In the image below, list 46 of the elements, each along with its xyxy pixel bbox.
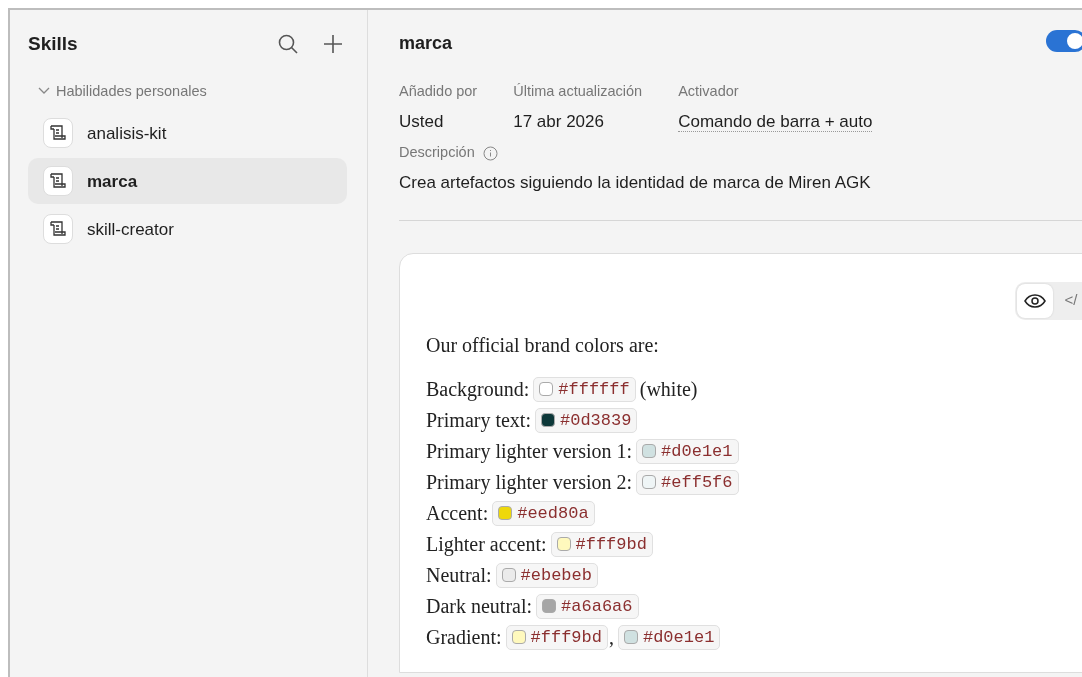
color-code: #eed80a	[492, 500, 595, 526]
meta-value: 17 abr 2026	[513, 110, 605, 133]
skill-item[interactable]: skill-creator	[28, 206, 347, 253]
color-code: #d0e1e1	[636, 438, 739, 464]
sidebar-title: Skills	[28, 32, 78, 56]
color-code: #a6a6a6	[536, 593, 639, 619]
intro-text: Our official brand colors are:	[426, 332, 660, 358]
color-label: Primary lighter version 2:	[426, 469, 633, 496]
info-icon[interactable]	[482, 145, 498, 161]
color-code: #fff9bd	[505, 624, 608, 650]
color-label: Primary lighter version 1:	[426, 438, 633, 465]
color-label: Lighter accent:	[426, 531, 547, 558]
skill-item[interactable]: analisis-kit	[28, 110, 347, 157]
color-code: #d0e1e1	[617, 624, 721, 650]
add-icon[interactable]	[323, 34, 343, 55]
meta-label: Activador	[678, 82, 740, 101]
search-icon[interactable]	[277, 33, 299, 56]
color-note: (white)	[639, 376, 698, 403]
skill-title: marca	[399, 32, 453, 55]
color-code: #ebebeb	[495, 562, 598, 588]
color-label: Gradient:	[426, 624, 502, 650]
color-label: Neutral:	[426, 562, 492, 588]
preview-tab[interactable]	[1017, 283, 1053, 318]
scroll-icon	[43, 118, 73, 149]
eye-icon	[1024, 293, 1046, 308]
color-label: Primary text:	[426, 407, 531, 434]
description-text: Crea artefactos siguiendo la identidad de marca de Miren AGK	[399, 172, 872, 194]
skill-item[interactable]: marca	[28, 158, 347, 205]
description-label: Descripción	[399, 143, 475, 163]
meta-value: Usted	[399, 110, 445, 133]
color-code: #0d3839	[535, 407, 638, 433]
color-code: #ffffff	[533, 376, 636, 402]
chevron-icon[interactable]	[38, 87, 50, 96]
meta-label: Añadido por	[399, 82, 478, 101]
scroll-icon	[43, 214, 73, 245]
meta-value: Comando de barra + auto	[678, 110, 873, 134]
color-label: Accent:	[426, 500, 489, 526]
color-label: Dark neutral:	[426, 593, 533, 619]
color-code: #fff9bd	[550, 531, 653, 557]
group-label[interactable]: Habilidades personales	[56, 80, 207, 103]
color-label: Background:	[426, 376, 530, 403]
color-code: #eff5f6	[636, 469, 739, 495]
toggle-switch[interactable]	[1046, 30, 1082, 52]
scroll-icon	[43, 166, 73, 197]
meta-label: Última actualización	[513, 82, 643, 101]
separator: ,	[608, 624, 614, 650]
